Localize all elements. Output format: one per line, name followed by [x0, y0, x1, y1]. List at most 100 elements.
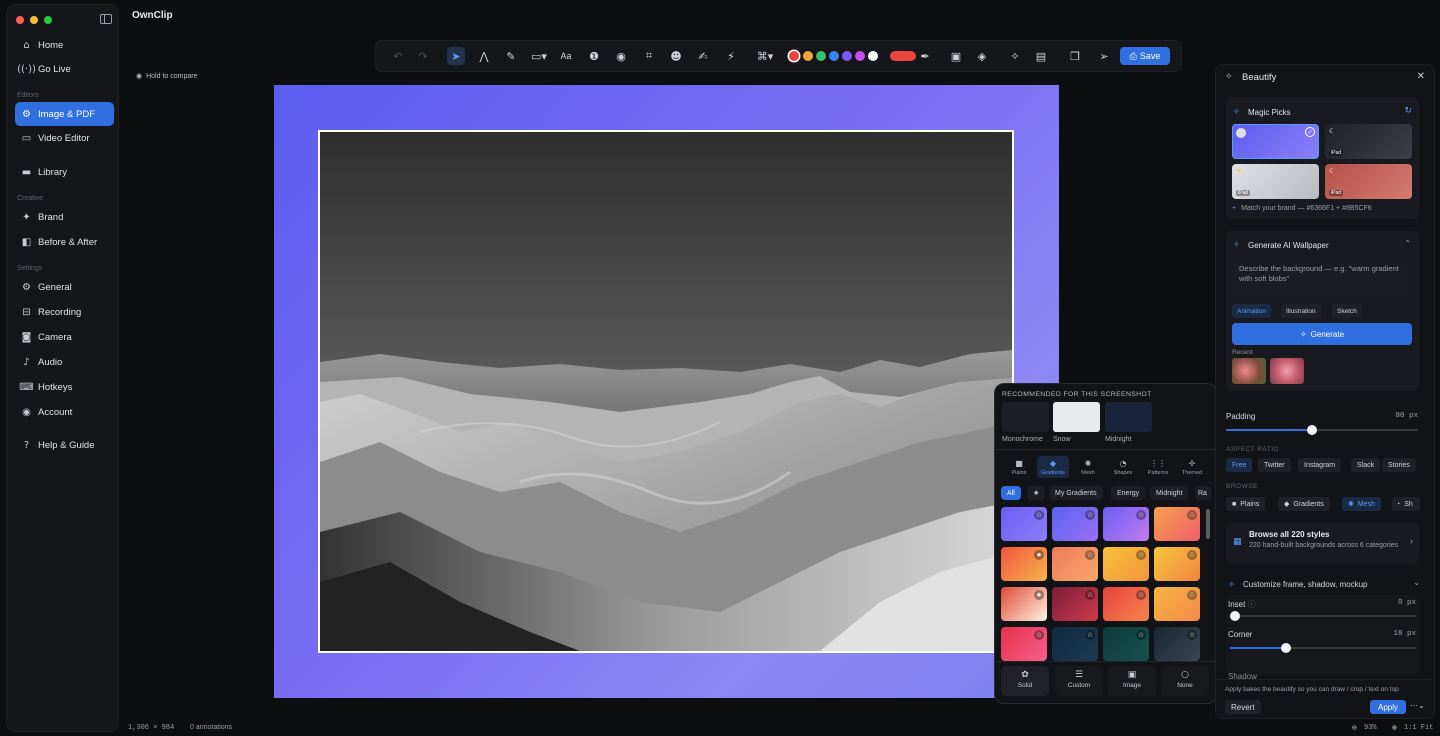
chevron-down-icon[interactable]: ⌄ [1413, 578, 1420, 587]
wallpaper-prompt-input[interactable]: Describe the background — e.g. "warm gra… [1232, 257, 1412, 297]
aspect-slack[interactable]: Slack [1351, 458, 1381, 472]
aspect-twitter[interactable]: Twitter [1258, 458, 1291, 472]
favorite-star-icon[interactable]: ☆ [1136, 510, 1146, 520]
filter-chip-favorites[interactable]: ★ [1027, 486, 1046, 500]
browse-plains[interactable]: ■ Plains [1226, 497, 1266, 511]
maximize-window-button[interactable] [44, 16, 52, 24]
canvas-image[interactable] [318, 130, 1014, 653]
ocr-icon[interactable]: ▤ [1032, 47, 1050, 65]
style-chip-animation[interactable]: Animation [1232, 304, 1271, 318]
favorite-star-icon[interactable]: ☆ [1085, 630, 1095, 640]
favorite-star-icon[interactable]: ☆ [1187, 510, 1197, 520]
shape-tool-icon[interactable]: ▭▾ [529, 47, 549, 65]
zoom-out-icon[interactable]: ⊖ [1352, 723, 1357, 733]
filter-chip-energy[interactable]: Energy [1111, 486, 1146, 500]
style-chip-illustration[interactable]: Illustration [1281, 304, 1321, 318]
undo-icon[interactable]: ↶ [389, 47, 407, 65]
favorite-star-icon[interactable]: ☆ [1085, 510, 1095, 520]
gradient-swatch[interactable]: ☆ [1154, 547, 1200, 581]
sidebar-item-library[interactable]: ▬ Library [15, 160, 114, 184]
gradient-swatch[interactable]: ☆ [1052, 627, 1098, 661]
gradient-swatch[interactable]: ☆ [1001, 507, 1047, 541]
pen-tool-icon[interactable]: ⋀ [475, 47, 493, 65]
sidebar-item-image-pdf[interactable]: ⚙ Image & PDF [15, 102, 114, 126]
close-icon[interactable]: ✕ [1417, 71, 1425, 82]
favorite-star-icon[interactable]: ★ [1034, 590, 1044, 600]
none-button[interactable]: ○ None [1161, 666, 1209, 696]
color-swatch[interactable] [803, 51, 813, 61]
magic-pick-card[interactable]: ☾ iPad [1325, 124, 1412, 159]
apply-button[interactable]: Apply [1370, 700, 1406, 714]
minimize-window-button[interactable] [30, 16, 38, 24]
step-counter-icon[interactable]: ❶ [585, 47, 603, 65]
save-button[interactable]: ⎙ Save [1120, 47, 1170, 65]
gradient-swatch[interactable]: ★ [1001, 587, 1047, 621]
browse-gradients[interactable]: ◆ Gradients [1278, 497, 1330, 511]
color-swatch[interactable] [868, 51, 878, 61]
text-tool-icon[interactable]: Aa [557, 47, 575, 65]
recent-wallpaper-thumbnail[interactable] [1270, 358, 1304, 384]
favorite-star-icon[interactable]: ☆ [1187, 590, 1197, 600]
sidebar-item-general[interactable]: ⚙ General [15, 275, 114, 299]
padding-slider[interactable] [1226, 425, 1418, 435]
popover-scrollbar[interactable] [1206, 509, 1210, 539]
favorite-star-icon[interactable]: ★ [1034, 550, 1044, 560]
aspect-free[interactable]: Free [1226, 458, 1253, 472]
color-swatch[interactable] [842, 51, 852, 61]
gradient-swatch[interactable]: ☆ [1154, 627, 1200, 661]
more-options-icon[interactable]: ⋯⌄ [1410, 701, 1425, 710]
favorite-star-icon[interactable]: ☆ [1187, 550, 1197, 560]
grid-dropdown-icon[interactable]: ⌘▾ [755, 47, 775, 65]
slider-knob[interactable] [1307, 425, 1318, 435]
sidebar-item-account[interactable]: ◉ Account [15, 400, 114, 424]
filter-chip-all[interactable]: All [1001, 486, 1021, 500]
custom-button[interactable]: ☰ Custom [1055, 666, 1103, 696]
gradient-swatch[interactable]: ☆ [1154, 507, 1200, 541]
recommended-swatch-snow[interactable] [1053, 402, 1100, 432]
style-chip-sketch[interactable]: Sketch [1332, 304, 1362, 318]
type-tab-themed[interactable]: ✢ Themed [1177, 459, 1207, 476]
browse-all-card[interactable]: ▦ Browse all 220 styles 220 hand-built b… [1226, 522, 1419, 564]
brand-match-link[interactable]: + Match your brand — #6366F1 + #8B5CF6 [1232, 205, 1372, 212]
gradient-swatch[interactable]: ☆ [1103, 587, 1149, 621]
layers-icon[interactable]: ◈ [973, 47, 991, 65]
color-swatch[interactable] [855, 51, 865, 61]
customize-title[interactable]: Customize frame, shadow, mockup [1243, 580, 1368, 589]
solid-button[interactable]: ✿ Solid [1001, 666, 1049, 696]
zoom-in-icon[interactable]: ⊕ [1392, 723, 1397, 733]
image-button[interactable]: ▣ Image [1108, 666, 1156, 696]
redo-icon[interactable]: ↷ [414, 47, 432, 65]
eyedropper-icon[interactable]: ✒ [916, 47, 934, 65]
signature-icon[interactable]: ✍ [694, 47, 712, 65]
magic-pick-card[interactable]: ☾ iPad [1325, 164, 1412, 199]
gradient-swatch[interactable]: ☆ [1052, 587, 1098, 621]
gradient-swatch[interactable]: ☆ [1052, 507, 1098, 541]
sidebar-item-before-after[interactable]: ◧ Before & After [15, 230, 114, 254]
emoji-icon[interactable]: ☻ [667, 47, 685, 65]
color-swatch[interactable] [829, 51, 839, 61]
aspect-instagram[interactable]: Instagram [1298, 458, 1342, 472]
gradient-swatch[interactable]: ☆ [1103, 507, 1149, 541]
favorite-star-icon[interactable]: ☆ [1085, 590, 1095, 600]
chevron-up-icon[interactable]: ⌃ [1404, 239, 1411, 248]
gradient-swatch[interactable]: ☆ [1001, 627, 1047, 661]
favorite-star-icon[interactable]: ☆ [1034, 510, 1044, 520]
corner-slider[interactable] [1230, 643, 1416, 653]
sidebar-item-home[interactable]: ⌂ Home [15, 33, 114, 57]
select-tool-icon[interactable]: ➤ [447, 47, 465, 65]
gradient-swatch[interactable]: ☆ [1103, 627, 1149, 661]
blur-eye-icon[interactable]: ◉ [612, 47, 630, 65]
recommended-swatch-midnight[interactable] [1105, 402, 1152, 432]
gradient-swatch[interactable]: ☆ [1052, 547, 1098, 581]
type-tab-mesh[interactable]: ✺ Mesh [1073, 459, 1103, 476]
background-icon[interactable]: ▣ [947, 47, 965, 65]
inset-slider[interactable] [1230, 611, 1416, 621]
sidebar-item-recording[interactable]: ⊟ Recording [15, 300, 114, 324]
magic-pick-card[interactable]: ✓ [1232, 124, 1319, 159]
slider-knob[interactable] [1280, 643, 1291, 653]
zoom-level[interactable]: 93% [1364, 724, 1377, 732]
copy-icon[interactable]: ❐ [1066, 47, 1084, 65]
sidebar-item-audio[interactable]: ♪ Audio [15, 350, 114, 374]
type-tab-gradients[interactable]: ◆ Gradients [1038, 459, 1068, 476]
aspect-stories[interactable]: Stories [1382, 458, 1416, 472]
